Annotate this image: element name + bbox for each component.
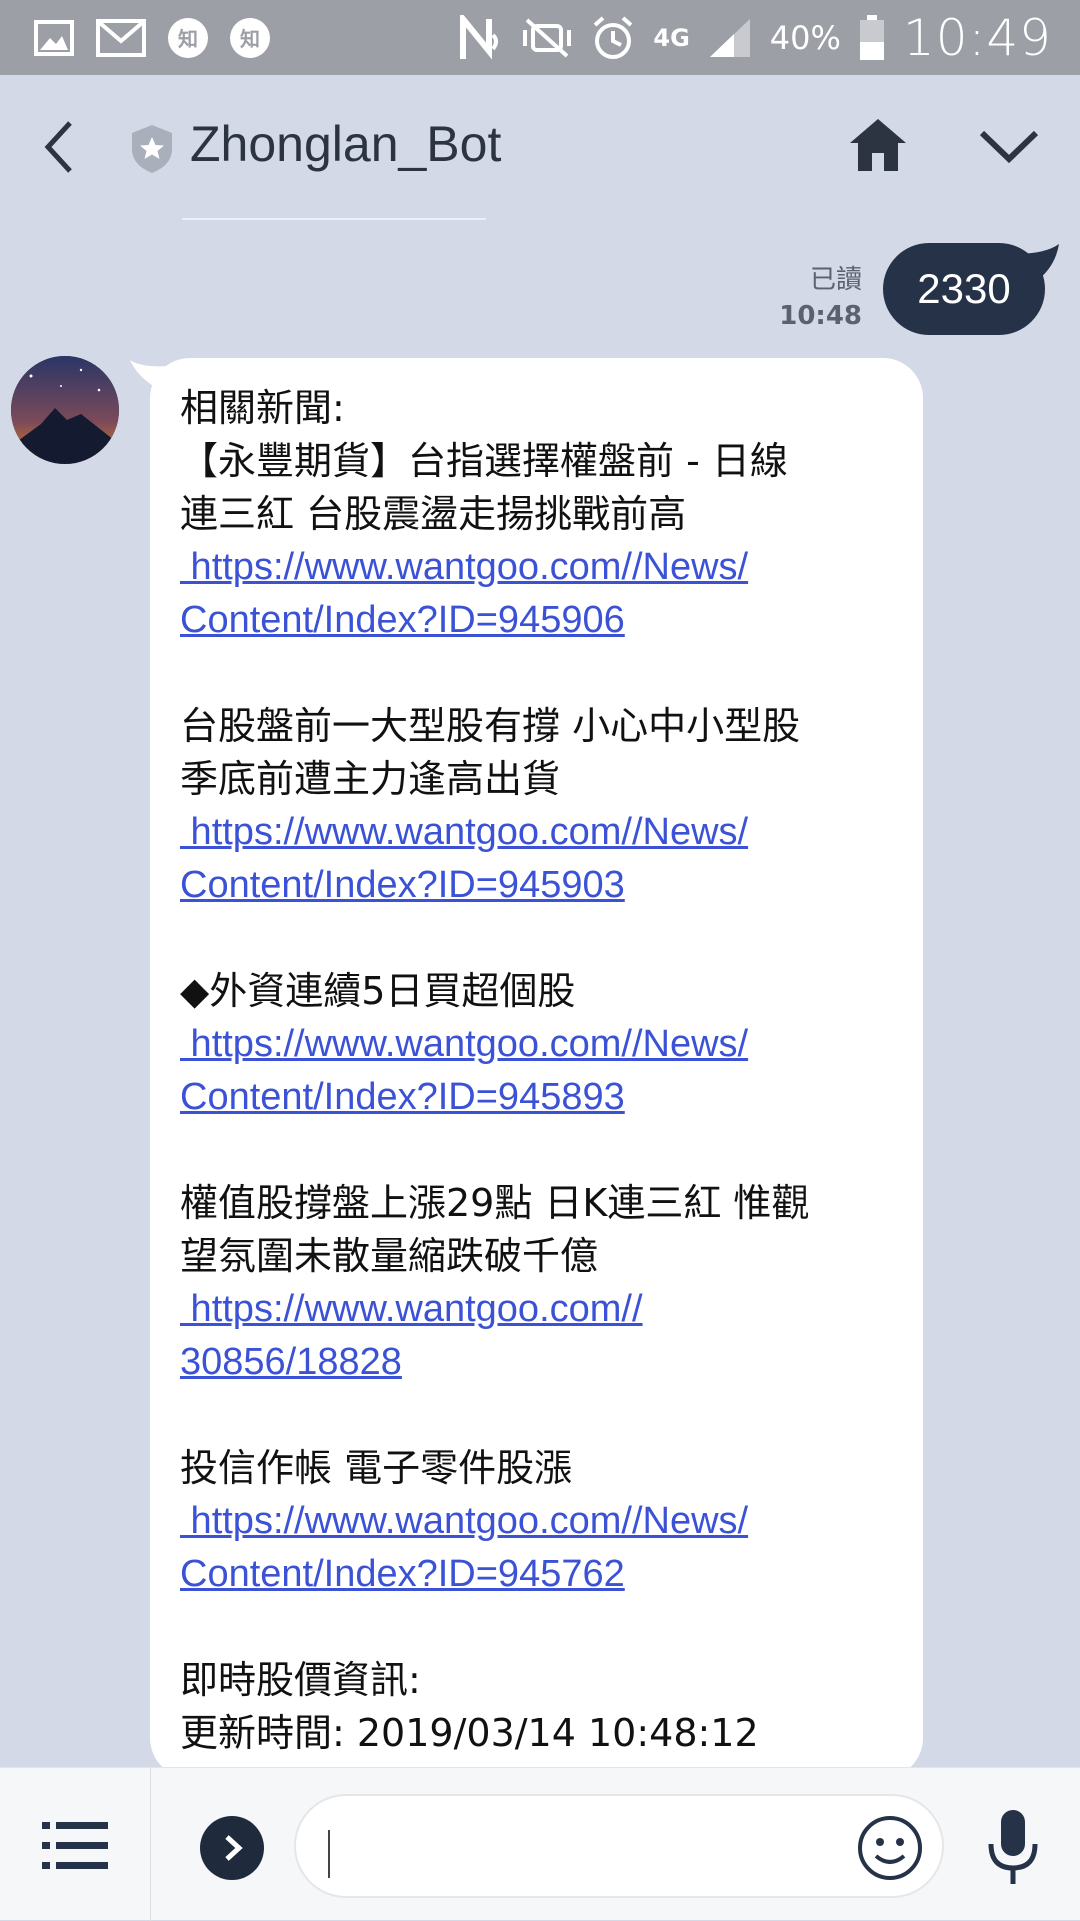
emoji-button[interactable]	[856, 1814, 924, 1882]
news-link[interactable]: https://www.wantgoo.com//News/ Content/I…	[180, 1018, 910, 1124]
news-link[interactable]: https://www.wantgoo.com// 30856/18828	[180, 1283, 910, 1389]
menu-button[interactable]	[40, 1818, 110, 1874]
news-link[interactable]: https://www.wantgoo.com//News/ Content/I…	[180, 541, 910, 647]
microphone-button[interactable]	[985, 1808, 1041, 1888]
chevron-down-icon	[979, 130, 1039, 164]
shield-star-icon	[130, 123, 174, 175]
update-time: 更新時間: 2019/03/14 10:48:12	[180, 1711, 759, 1755]
expand-arrow-icon	[225, 1835, 243, 1861]
battery-percent: 40%	[769, 18, 841, 57]
bar-divider	[150, 1768, 151, 1921]
news-title: ◆外資連續5日買超個股	[180, 969, 576, 1013]
news-title: 台股盤前一大型股有撐 小心中小型股	[180, 704, 801, 748]
bot-message-bubble[interactable]: 相關新聞: 【永豐期貨】台指選擇權盤前 - 日線 連三紅 台股震盪走揚挑戰前高 …	[150, 358, 923, 1778]
news-title: 權值股撐盤上漲29點 日K連三紅 惟觀	[180, 1181, 810, 1225]
news-link[interactable]: https://www.wantgoo.com//News/ Content/I…	[180, 1495, 910, 1601]
battery-icon	[859, 14, 885, 61]
news-title: 連三紅 台股震盪走揚挑戰前高	[180, 492, 687, 536]
header-divider	[182, 218, 486, 220]
chat-header: Zhonglan_Bot	[0, 75, 1080, 220]
home-icon	[850, 119, 906, 171]
bot-message-text: 相關新聞: 【永豐期貨】台指選擇權盤前 - 日線 連三紅 台股震盪走揚挑戰前高 …	[180, 382, 910, 1760]
stock-heading: 即時股價資訊:	[180, 1658, 421, 1702]
read-label: 已讀	[809, 265, 862, 295]
read-receipt: 已讀 10:48	[779, 262, 862, 334]
avatar[interactable]	[11, 356, 119, 464]
chat-title: Zhonglan_Bot	[190, 116, 502, 172]
news-title: 季底前遭主力逢高出貨	[180, 757, 561, 801]
message-time: 10:48	[779, 301, 862, 331]
menu-icon	[42, 1822, 108, 1869]
status-bar: 知 知 4G 40% 10:49	[0, 0, 1080, 75]
back-button[interactable]	[36, 117, 84, 177]
emoji-icon	[858, 1816, 922, 1880]
network-4g-icon: 4G	[653, 23, 690, 52]
news-link[interactable]: https://www.wantgoo.com//News/ Content/I…	[180, 806, 910, 912]
zhihu-icon: 知	[168, 17, 208, 58]
input-bar	[0, 1767, 1080, 1921]
mute-icon	[521, 16, 573, 60]
clock: 10:49	[902, 8, 1052, 67]
news-title: 【永豐期貨】台指選擇權盤前 - 日線	[180, 439, 788, 483]
nfc-icon	[459, 14, 503, 61]
alarm-icon	[591, 15, 635, 61]
zhihu-icon: 知	[230, 17, 270, 58]
news-title: 望氛圍未散量縮跌破千億	[180, 1234, 599, 1278]
menu-dropdown-button[interactable]	[976, 125, 1042, 169]
microphone-icon	[988, 1810, 1038, 1884]
text-caret	[328, 1830, 330, 1878]
expand-button[interactable]	[200, 1816, 264, 1880]
signal-icon	[708, 17, 752, 59]
gmail-icon	[96, 18, 146, 57]
home-button[interactable]	[848, 115, 908, 175]
gallery-icon	[34, 19, 74, 56]
back-icon	[44, 121, 72, 173]
sent-message-bubble[interactable]: 2330	[883, 243, 1045, 335]
news-title: 投信作帳 電子零件股漲	[180, 1446, 573, 1490]
news-heading: 相關新聞:	[180, 386, 345, 430]
message-input[interactable]	[294, 1794, 944, 1898]
